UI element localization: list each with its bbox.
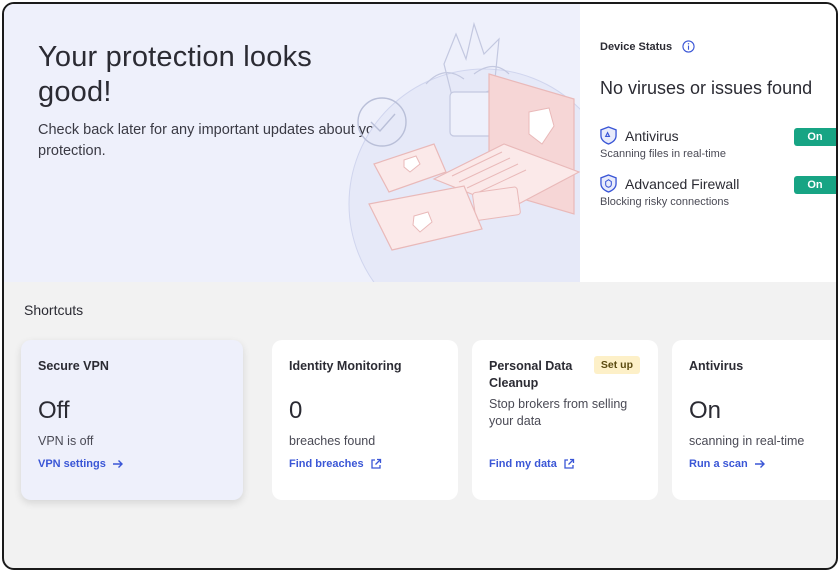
card-title: Personal Data Cleanup	[489, 359, 573, 390]
laptop-illustration	[348, 21, 580, 282]
find-my-data-link[interactable]: Find my data	[489, 458, 575, 470]
shortcut-card-secure-vpn[interactable]: Secure VPN Off VPN is off VPN settings	[21, 340, 243, 500]
card-value: Off	[38, 397, 70, 424]
card-description: scanning in real-time	[689, 434, 805, 448]
shortcuts-heading: Shortcuts	[24, 302, 84, 318]
external-link-icon	[564, 458, 574, 469]
shield-icon	[600, 126, 617, 145]
shield-icon	[600, 174, 617, 193]
card-description: breaches found	[289, 434, 376, 448]
link-label[interactable]: Find my data	[489, 458, 557, 470]
feature-name: Advanced Firewall	[625, 175, 740, 192]
device-status-label: Device Status	[600, 40, 673, 53]
device-status-message: No viruses or issues found	[600, 78, 813, 98]
protection-hero: Your protection looks good! Check back l…	[4, 4, 580, 282]
link-label[interactable]: Find breaches	[289, 458, 364, 470]
firewall-toggle[interactable]: On	[794, 176, 836, 194]
card-title: Identity Monitoring	[289, 359, 402, 373]
card-title: Antivirus	[689, 359, 744, 373]
device-status-header: Device Status	[600, 40, 695, 53]
info-icon[interactable]	[682, 40, 695, 53]
card-title: Secure VPN	[38, 359, 109, 373]
feature-description: Scanning files in real-time	[600, 148, 726, 160]
find-breaches-link[interactable]: Find breaches	[289, 458, 382, 470]
feature-antivirus: Antivirus Scanning files in real-time On	[600, 126, 836, 160]
card-value: On	[689, 397, 722, 424]
card-description: VPN is off	[38, 434, 94, 448]
run-a-scan-link[interactable]: Run a scan	[689, 458, 766, 470]
antivirus-toggle[interactable]: On	[794, 128, 836, 146]
card-description: Stop brokers from selling your data	[489, 397, 628, 428]
arrow-right-icon	[112, 460, 123, 468]
setup-badge[interactable]: Set up	[593, 356, 640, 374]
feature-name: Antivirus	[625, 127, 679, 144]
shortcut-card-identity-monitoring[interactable]: Identity Monitoring 0 breaches found Fin…	[272, 340, 458, 500]
link-label[interactable]: VPN settings	[38, 458, 106, 470]
device-status-panel: Device Status No viruses or issues found…	[580, 4, 836, 282]
hero-title: Your protection looks good!	[38, 41, 312, 108]
vpn-settings-link[interactable]: VPN settings	[38, 458, 124, 470]
shortcut-card-personal-data-cleanup[interactable]: Personal Data Cleanup Set up Stop broker…	[472, 340, 658, 500]
link-label[interactable]: Run a scan	[689, 458, 748, 470]
feature-firewall: Advanced Firewall Blocking risky connect…	[600, 174, 836, 208]
arrow-right-icon	[754, 460, 765, 468]
app-window: Your protection looks good! Check back l…	[2, 2, 838, 570]
external-link-icon	[370, 458, 381, 469]
shortcut-card-antivirus[interactable]: Antivirus On scanning in real-time Run a…	[672, 340, 836, 500]
card-value: 0	[289, 397, 303, 424]
feature-description: Blocking risky connections	[600, 196, 730, 208]
